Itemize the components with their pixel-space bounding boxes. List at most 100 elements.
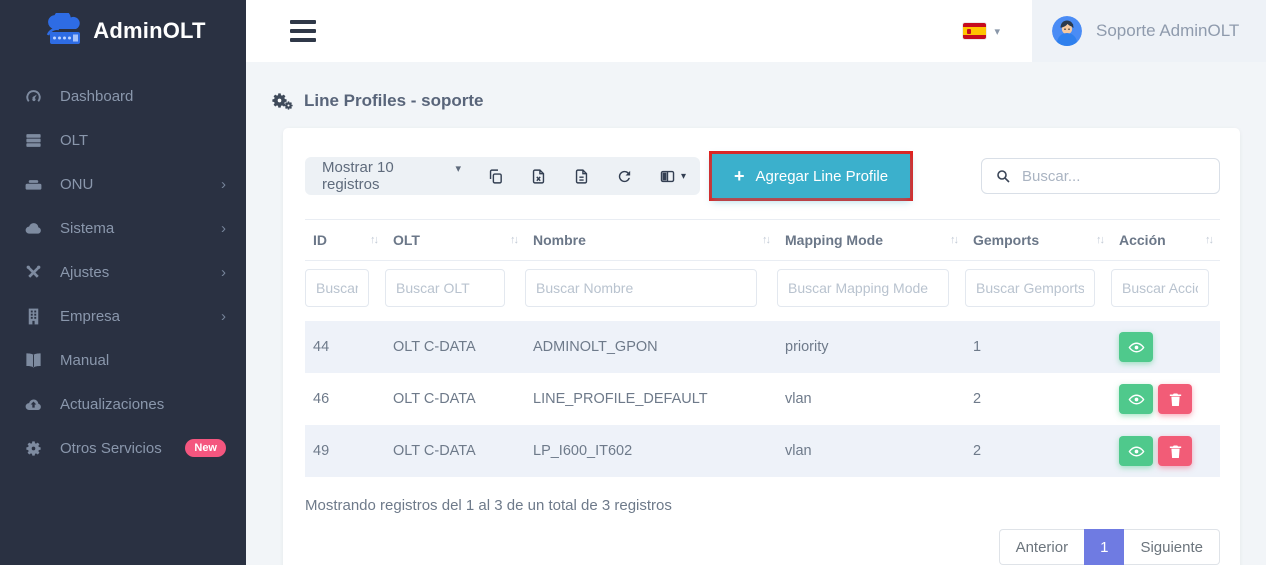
cell-id: 46	[305, 373, 385, 425]
column-header-olt[interactable]: OLT↑↓	[385, 220, 525, 261]
book-icon	[22, 350, 44, 370]
sort-icon: ↑↓	[370, 234, 377, 246]
sidebar-item-label: Sistema	[60, 220, 221, 237]
column-header-nombre[interactable]: Nombre↑↓	[525, 220, 777, 261]
add-line-profile-label: Agregar Line Profile	[756, 168, 889, 185]
sidebar-item-label: Otros Servicios	[60, 440, 177, 457]
sidebar-item-label: ONU	[60, 176, 221, 193]
sidebar-item-actualizaciones[interactable]: Actualizaciones	[0, 382, 246, 426]
column-header-mapping-mode[interactable]: Mapping Mode↑↓	[777, 220, 965, 261]
file-export-button[interactable]	[573, 168, 590, 185]
copy-button[interactable]	[487, 168, 504, 185]
sidebar-item-empresa[interactable]: Empresa ›	[0, 294, 246, 338]
user-menu[interactable]: Soporte AdminOLT	[1032, 0, 1266, 62]
table-toolbar: Mostrar 10 registros ▾	[305, 151, 1220, 201]
page-length-label: Mostrar 10 registros	[322, 159, 448, 193]
caret-down-icon: ▾	[681, 171, 686, 182]
building-icon	[22, 306, 44, 326]
sort-icon: ↑↓	[1205, 234, 1212, 246]
cell-id: 44	[305, 321, 385, 373]
eye-icon	[1128, 391, 1145, 408]
sidebar-item-label: Actualizaciones	[60, 396, 226, 413]
annotation-highlight-box: + Agregar Line Profile	[709, 151, 913, 201]
filter-gemports-input[interactable]	[965, 269, 1095, 307]
sort-icon: ↑↓	[510, 234, 517, 246]
sidebar-item-sistema[interactable]: Sistema ›	[0, 206, 246, 250]
chevron-right-icon: ›	[221, 264, 226, 281]
filter-id-input[interactable]	[305, 269, 369, 307]
sidebar-item-label: Manual	[60, 352, 226, 369]
cell-nombre: LP_I600_IT602	[525, 425, 777, 477]
copy-icon	[487, 168, 504, 185]
plus-icon: +	[734, 166, 745, 187]
sidebar-item-manual[interactable]: Manual	[0, 338, 246, 382]
add-line-profile-button[interactable]: + Agregar Line Profile	[712, 154, 910, 198]
view-button[interactable]	[1119, 436, 1153, 466]
column-visibility-button[interactable]: ▾	[659, 168, 686, 185]
sidebar-item-olt[interactable]: OLT	[0, 118, 246, 162]
page-length-dropdown[interactable]: Mostrar 10 registros ▾	[322, 159, 461, 193]
table-row: 46 OLT C-DATA LINE_PROFILE_DEFAULT vlan …	[305, 373, 1220, 425]
delete-button[interactable]	[1158, 436, 1192, 466]
cell-mapping-mode: priority	[777, 321, 965, 373]
page-title: Line Profiles - soporte	[270, 90, 1266, 112]
excel-export-button[interactable]	[530, 168, 547, 185]
chevron-right-icon: ›	[221, 220, 226, 237]
pagination-next-button[interactable]: Siguiente	[1124, 529, 1220, 565]
sidebar-item-label: Dashboard	[60, 88, 226, 105]
search-icon	[995, 168, 1011, 184]
export-file-icon	[573, 168, 590, 185]
cell-nombre: ADMINOLT_GPON	[525, 321, 777, 373]
cell-mapping-mode: vlan	[777, 373, 965, 425]
device-icon	[22, 174, 44, 194]
records-summary: Mostrando registros del 1 al 3 de un tot…	[305, 497, 1220, 514]
cell-gemports: 1	[965, 321, 1111, 373]
filter-nombre-input[interactable]	[525, 269, 757, 307]
language-dropdown[interactable]: ▾	[963, 23, 1000, 39]
sort-icon: ↑↓	[762, 234, 769, 246]
gauge-icon	[22, 86, 44, 106]
refresh-button[interactable]	[616, 168, 633, 185]
pagination-previous-button[interactable]: Anterior	[999, 529, 1085, 565]
search-input[interactable]	[1022, 168, 1221, 185]
cell-nombre: LINE_PROFILE_DEFAULT	[525, 373, 777, 425]
sidebar: AdminOLT Dashboard OLT ONU › Sist	[0, 0, 246, 565]
column-header-accion[interactable]: Acción↑↓	[1111, 220, 1220, 261]
delete-button[interactable]	[1158, 384, 1192, 414]
eye-icon	[1128, 443, 1145, 460]
pagination-page-1-button[interactable]: 1	[1084, 529, 1124, 565]
sidebar-item-onu[interactable]: ONU ›	[0, 162, 246, 206]
sidebar-item-otros-servicios[interactable]: Otros Servicios New	[0, 426, 246, 470]
view-button[interactable]	[1119, 332, 1153, 362]
sort-icon: ↑↓	[1096, 234, 1103, 246]
filter-mapping-mode-input[interactable]	[777, 269, 949, 307]
tools-icon	[22, 262, 44, 282]
chevron-right-icon: ›	[221, 176, 226, 193]
sort-icon: ↑↓	[950, 234, 957, 246]
brand-logo[interactable]: AdminOLT	[0, 0, 246, 62]
filter-olt-input[interactable]	[385, 269, 505, 307]
trash-icon	[1167, 391, 1184, 408]
toolbar-chip: Mostrar 10 registros ▾	[305, 157, 700, 195]
column-header-id[interactable]: ID↑↓	[305, 220, 385, 261]
new-badge: New	[185, 439, 226, 457]
chevron-right-icon: ›	[221, 308, 226, 325]
caret-down-icon: ▾	[994, 25, 1000, 38]
excel-icon	[530, 168, 547, 185]
cell-olt: OLT C-DATA	[385, 321, 525, 373]
sidebar-item-ajustes[interactable]: Ajustes ›	[0, 250, 246, 294]
spanish-flag-icon	[963, 23, 986, 39]
brand-name: AdminOLT	[93, 18, 205, 44]
filter-accion-input[interactable]	[1111, 269, 1209, 307]
columns-icon	[659, 168, 676, 185]
view-button[interactable]	[1119, 384, 1153, 414]
cloud-icon	[22, 218, 44, 238]
gears-icon	[22, 438, 44, 458]
sidebar-item-dashboard[interactable]: Dashboard	[0, 74, 246, 118]
eye-icon	[1128, 339, 1145, 356]
menu-toggle-button[interactable]	[290, 20, 316, 42]
server-icon	[22, 130, 44, 150]
line-profiles-table: ID↑↓ OLT↑↓ Nombre↑↓ Mapping Mode↑↓ Gempo…	[305, 219, 1220, 477]
column-header-gemports[interactable]: Gemports↑↓	[965, 220, 1111, 261]
pagination: Anterior 1 Siguiente	[999, 529, 1220, 565]
